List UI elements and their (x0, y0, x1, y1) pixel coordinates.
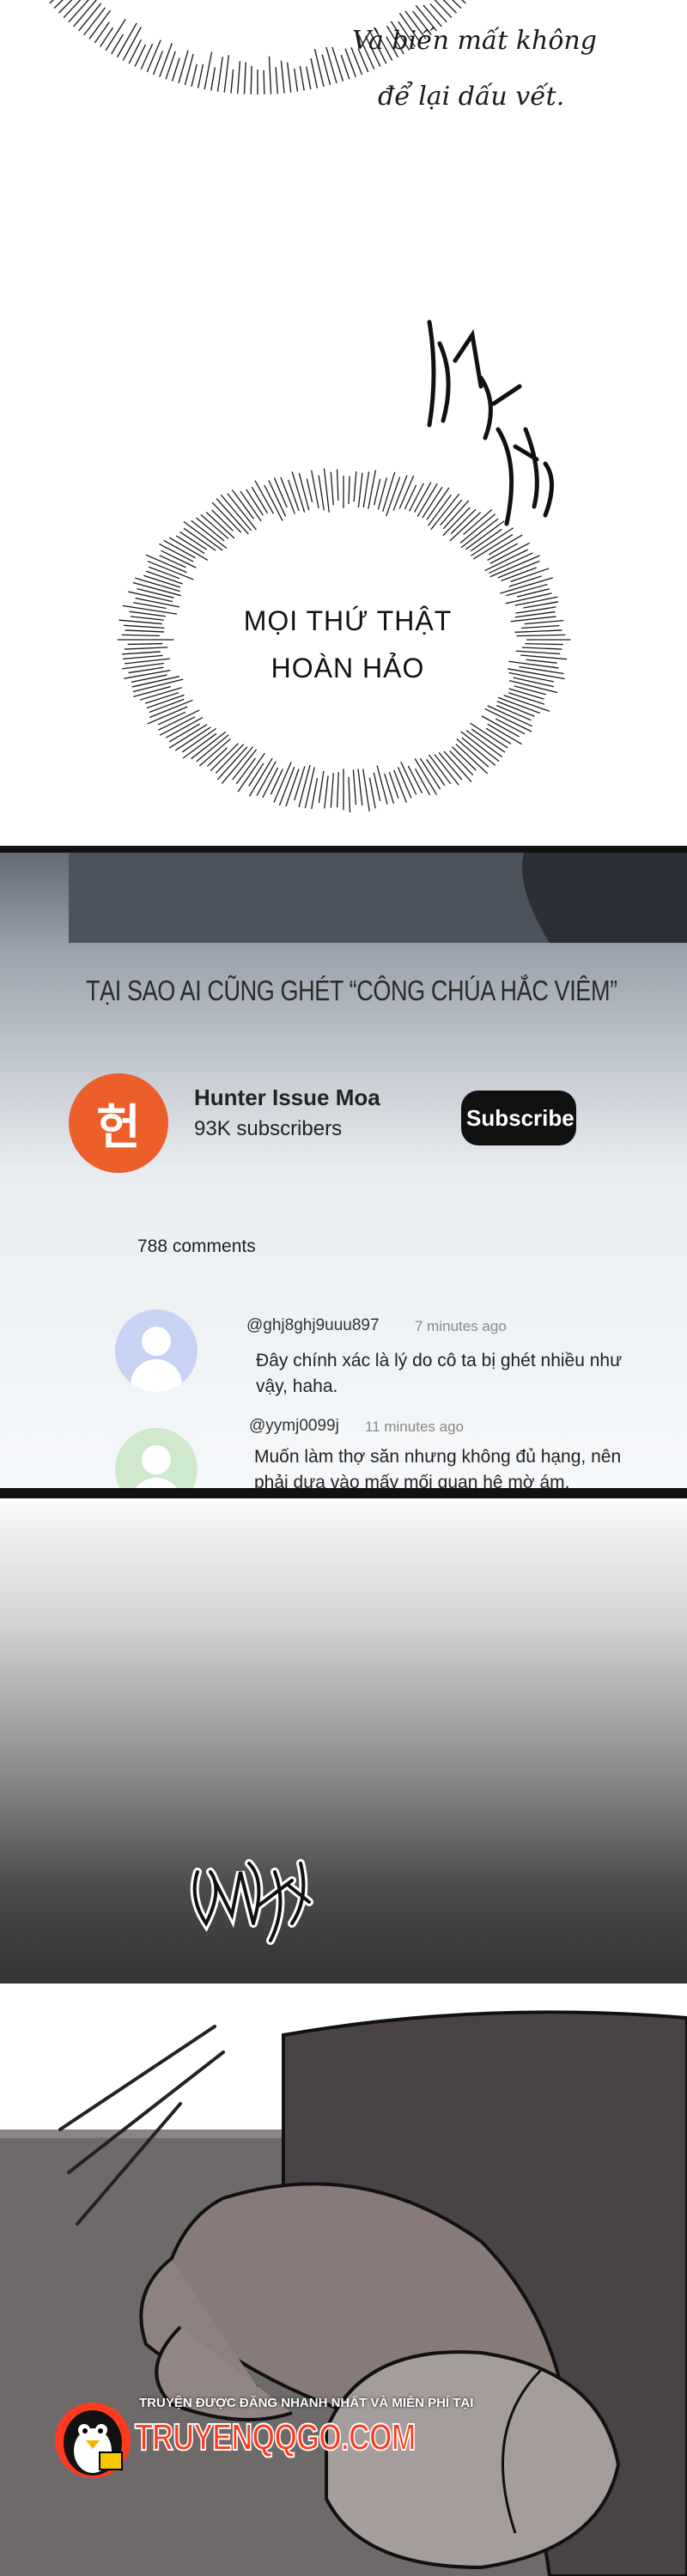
comment-text: Đây chính xác là lý do cô ta bị ghét nhi… (256, 1348, 660, 1400)
avatar[interactable] (115, 1309, 198, 1392)
speech-line-2: HOÀN HẢO (206, 653, 489, 684)
comment-time: 11 minutes ago (365, 1419, 464, 1436)
channel-logo[interactable]: 헌 (69, 1073, 168, 1173)
subscribe-button[interactable]: Subscribe (461, 1091, 576, 1145)
speech-line-1: MỌI THỨ THẬT (206, 605, 489, 637)
speech-burst-art (0, 0, 687, 841)
video-thumbnail-dark (0, 853, 687, 981)
comment-text-line: vậy, haha. (256, 1374, 660, 1400)
comment-text-line: Muốn làm thợ săn nhưng không đủ hạng, nê… (254, 1444, 658, 1470)
comic-panel-1: Và biến mất không để lại dấu vết. MỌI TH… (0, 0, 687, 841)
comment-text-line: Đây chính xác là lý do cô ta bị ghét nhi… (256, 1348, 660, 1374)
video-title[interactable]: TẠI SAO AI CŨNG GHÉT “CÔNG CHÚA HẮC VIÊM… (86, 975, 617, 1007)
watermark-tagline: TRUYỆN ĐƯỢC ĐĂNG NHANH NHẤT VÀ MIỄN PHÍ … (139, 2396, 473, 2410)
penguin-mascot-icon (52, 2396, 134, 2490)
comic-panel-3 (0, 1503, 687, 1984)
narration-line-2: để lại dấu vết. (378, 82, 564, 112)
sfx-scribble (0, 1503, 687, 1984)
subscriber-count: 93K subscribers (194, 1117, 342, 1141)
comment-handle[interactable]: @yymj0099j (249, 1417, 339, 1436)
screen-frame-bottom (0, 1488, 687, 1498)
comment-count: 788 comments (137, 1236, 256, 1257)
comment-handle[interactable]: @ghj8ghj9uuu897 (246, 1316, 380, 1335)
channel-name[interactable]: Hunter Issue Moa (194, 1084, 380, 1111)
narration-line-1: Và biến mất không (352, 26, 597, 56)
sfx-squiggle (429, 322, 552, 524)
watermark-site[interactable]: TRUYENQQGO.COM (135, 2416, 416, 2459)
video-screen-panel: TẠI SAO AI CŨNG GHÉT “CÔNG CHÚA HẮC VIÊM… (0, 846, 687, 1498)
watermark-banner[interactable]: TRUYỆN ĐƯỢC ĐĂNG NHANH NHẤT VÀ MIỄN PHÍ … (45, 2396, 388, 2516)
comment-time: 7 minutes ago (415, 1318, 507, 1335)
screen-frame-top (0, 846, 687, 853)
